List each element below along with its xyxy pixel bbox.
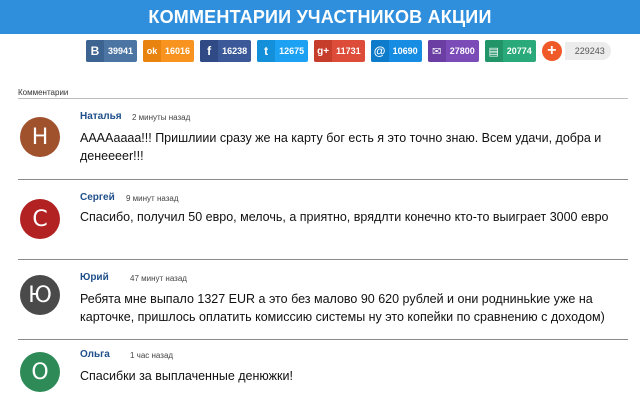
email-icon: ✉: [427, 40, 446, 62]
page-title: КОММЕНТАРИИ УЧАСТНИКОВ АКЦИИ: [148, 6, 492, 27]
share-button-facebook[interactable]: f 16238: [200, 40, 252, 62]
share-count: 12675: [279, 46, 305, 56]
share-total-count: 229243: [564, 42, 611, 60]
share-button-google-plus[interactable]: g+ 11731: [314, 40, 365, 62]
google-plus-icon: g+: [314, 40, 333, 62]
share-button-vk[interactable]: B 39941: [86, 40, 138, 62]
vk-icon: B: [86, 40, 104, 62]
comment-text: Спасибки за выплаченные денюжки!: [80, 369, 293, 383]
comment-author[interactable]: Сергей: [80, 192, 115, 203]
comment-time: 9 минут назад: [126, 194, 179, 203]
share-button-mail-ru[interactable]: @ 10690: [370, 40, 422, 62]
share-bar: B 39941 ok 16016 f 16238 t 12675 g+ 1173…: [86, 40, 611, 62]
share-button-odnoklassniki[interactable]: ok 16016: [143, 40, 195, 62]
share-count: 16238: [222, 46, 248, 56]
share-count: 11731: [336, 46, 361, 56]
share-count: 39941: [108, 46, 134, 56]
facebook-icon: f: [200, 40, 219, 62]
comment-time: 1 час назад: [130, 351, 174, 360]
odnoklassniki-icon: ok: [143, 40, 162, 62]
avatar: О: [20, 352, 60, 392]
avatar: Ю: [20, 275, 60, 315]
comment-text: Спасибо, получил 50 евро, мелочь, а прия…: [80, 210, 609, 224]
comment-text: Ребята мне выпало 1327 EUR а это без мал…: [80, 292, 605, 324]
share-count: 20774: [506, 46, 532, 56]
comment-item: Ю Юрий 47 минут назад Ребята мне выпало …: [18, 259, 628, 340]
mail-ru-icon: @: [370, 40, 389, 62]
comment-item: О Ольга 1 час назад Спасибки за выплачен…: [18, 339, 628, 417]
comment-author[interactable]: Наталья: [80, 111, 122, 122]
comment-text: ААААаааа!!! Пришлиии сразу же на карту б…: [80, 131, 602, 163]
more-share-button[interactable]: +: [541, 41, 562, 61]
share-button-email[interactable]: ✉ 27800: [427, 40, 479, 62]
avatar: Н: [20, 117, 60, 157]
comment-item: С Сергей 9 минут назад Спасибо, получил …: [18, 179, 628, 260]
comment-author[interactable]: Ольга: [80, 349, 110, 360]
share-count: 16016: [165, 46, 191, 56]
share-count: 10690: [392, 46, 418, 56]
twitter-icon: t: [257, 40, 276, 62]
comment-time: 2 минуты назад: [132, 113, 191, 122]
avatar: С: [20, 199, 60, 239]
comments-section-label: Комментарии: [18, 88, 69, 97]
printer-icon: ▤: [484, 40, 503, 62]
page-header: КОММЕНТАРИИ УЧАСТНИКОВ АКЦИИ: [0, 0, 640, 34]
comment-time: 47 минут назад: [130, 274, 187, 283]
share-button-print[interactable]: ▤ 20774: [484, 40, 536, 62]
share-count: 27800: [449, 46, 475, 56]
share-button-twitter[interactable]: t 12675: [257, 40, 309, 62]
comment-item: Н Наталья 2 минуты назад ААААаааа!!! При…: [18, 99, 628, 180]
comment-author[interactable]: Юрий: [80, 272, 109, 283]
